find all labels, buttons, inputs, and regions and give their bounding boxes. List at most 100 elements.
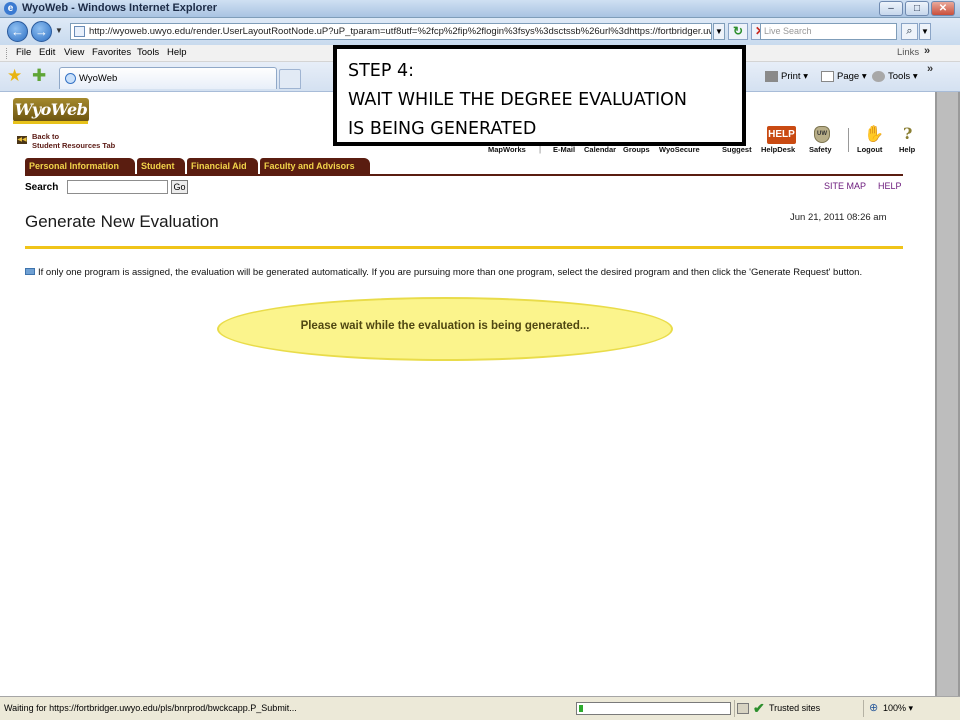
help-link[interactable]: HELP	[878, 181, 902, 191]
logout-icon[interactable]: ✋	[864, 126, 884, 143]
live-search-input[interactable]: Live Search	[760, 23, 897, 40]
toolbar-safety[interactable]: Safety	[809, 145, 832, 154]
page-icon	[821, 71, 834, 82]
print-dropdown-icon: ▾	[803, 71, 808, 83]
zoom-dropdown-icon: ▾	[908, 703, 914, 713]
toolbar-help[interactable]: Help	[899, 145, 915, 154]
safety-shield-icon[interactable]: UW	[814, 126, 830, 143]
links-toolbar[interactable]: Links	[897, 47, 919, 58]
refresh-button[interactable]: ↻	[728, 23, 748, 40]
back-button[interactable]: ←	[7, 21, 28, 42]
site-map-link[interactable]: SITE MAP	[824, 181, 866, 191]
tools-menu-button[interactable]: Tools ▾	[872, 71, 918, 82]
url-input[interactable]: http://wyoweb.uwyo.edu/render.UserLayout…	[70, 23, 712, 40]
callout-line-3: IS BEING GENERATED	[348, 119, 537, 139]
toolbar-grip	[6, 48, 9, 59]
tab-wyoweb[interactable]: WyoWeb	[59, 67, 277, 89]
add-favorites-icon[interactable]: ✚	[32, 67, 46, 85]
security-zone-label[interactable]: Trusted sites	[769, 703, 820, 713]
menu-file[interactable]: File	[16, 47, 31, 58]
toolbar-mapworks[interactable]: MapWorks	[488, 145, 526, 154]
callout-line-2: WAIT WHILE THE DEGREE EVALUATION	[348, 90, 688, 110]
menu-favorites[interactable]: Favorites	[92, 47, 131, 58]
page-menu-button[interactable]: Page ▾	[821, 71, 867, 82]
new-tab-button[interactable]	[279, 69, 301, 89]
favorites-star-icon[interactable]: ★	[7, 67, 22, 85]
toolbar-calendar[interactable]: Calendar	[584, 145, 616, 154]
toolbar-email[interactable]: E-Mail	[553, 145, 575, 154]
chevron-more-icon[interactable]: »	[927, 63, 933, 75]
wyoweb-logo[interactable]: WyoWeb	[13, 98, 89, 122]
page-icon	[74, 26, 85, 37]
menu-tools[interactable]: Tools	[137, 47, 159, 58]
status-separator	[734, 700, 735, 717]
maximize-button[interactable]: □	[905, 1, 929, 16]
logo-underline	[13, 121, 88, 124]
toolbar-helpdesk[interactable]: HelpDesk	[761, 145, 795, 154]
status-bar: Waiting for https://fortbridger.uwyo.edu…	[0, 696, 960, 720]
title-divider	[25, 246, 903, 249]
tab-page-icon	[65, 73, 76, 84]
callout-line-1: STEP 4:	[348, 61, 415, 81]
zoom-value: 100%	[883, 703, 907, 713]
back-to-student-resources-link[interactable]: Back to Student Resources Tab	[32, 132, 115, 150]
page-title: Generate New Evaluation	[25, 212, 219, 231]
address-bar: ← → ▼ http://wyoweb.uwyo.edu/render.User…	[0, 18, 960, 45]
page-label: Page	[837, 71, 860, 83]
info-text: If only one program is assigned, the eva…	[38, 267, 863, 278]
toolbar-groups[interactable]: Groups	[623, 145, 650, 154]
minimize-button[interactable]: –	[879, 1, 903, 16]
back-link-line-2: Student Resources Tab	[32, 141, 116, 150]
search-options-dropdown[interactable]: ▼	[919, 23, 931, 40]
nav-underline	[25, 174, 903, 176]
timestamp: Jun 21, 2011 08:26 am	[790, 212, 887, 223]
scrollbar-track[interactable]	[937, 92, 958, 696]
tab-student[interactable]: Student	[137, 158, 185, 174]
back-link-line-1: Back to	[32, 132, 60, 141]
info-icon	[25, 268, 35, 275]
progress-fill	[579, 705, 583, 712]
gear-icon	[872, 71, 885, 82]
tab-faculty-and-advisors[interactable]: Faculty and Advisors	[260, 158, 370, 174]
zoom-level[interactable]: 100% ▾	[883, 703, 913, 714]
help-question-icon[interactable]: ?	[903, 125, 912, 143]
wait-message: Please wait while the evaluation is bein…	[300, 320, 590, 332]
forward-button[interactable]: →	[31, 21, 52, 42]
url-text: http://wyoweb.uwyo.edu/render.UserLayout…	[89, 26, 711, 37]
print-button[interactable]: Print ▾	[765, 71, 808, 82]
printer-icon	[765, 71, 778, 82]
search-label: Search	[25, 182, 59, 193]
menu-view[interactable]: View	[64, 47, 84, 58]
search-go-button[interactable]: Go	[171, 180, 188, 194]
tab-personal-information[interactable]: Personal Information	[25, 158, 135, 174]
tab-financial-aid[interactable]: Financial Aid	[187, 158, 258, 174]
security-zone-icon[interactable]	[737, 703, 749, 714]
tools-label: Tools	[888, 71, 911, 83]
title-bar: e WyoWeb - Windows Internet Explorer – □…	[0, 0, 960, 18]
status-separator	[863, 700, 864, 717]
step-callout: STEP 4: WAIT WHILE THE DEGREE EVALUATION…	[333, 45, 746, 146]
trusted-check-icon: ✔	[753, 700, 765, 716]
menu-edit[interactable]: Edit	[39, 47, 55, 58]
toolbar-wyosecure[interactable]: WyoSecure	[659, 145, 700, 154]
status-text: Waiting for https://fortbridger.uwyo.edu…	[4, 703, 297, 713]
toolbar-suggest[interactable]: Suggest	[722, 145, 752, 154]
chevron-more-icon[interactable]: »	[924, 45, 930, 57]
back-arrow-icon[interactable]: ◀◀	[17, 136, 27, 144]
helpdesk-icon[interactable]: HELP	[767, 126, 796, 144]
page-dropdown-icon: ▾	[861, 71, 867, 83]
vertical-scrollbar[interactable]	[935, 92, 960, 696]
tab-label: WyoWeb	[79, 73, 118, 84]
menu-help[interactable]: Help	[167, 47, 187, 58]
window-title: WyoWeb - Windows Internet Explorer	[22, 2, 218, 14]
toolbar-divider	[848, 128, 849, 152]
search-icon[interactable]: ⌕	[901, 23, 918, 40]
zoom-icon[interactable]: ⊕	[869, 701, 878, 714]
site-search-input[interactable]	[67, 180, 168, 194]
recent-pages-dropdown[interactable]: ▼	[55, 26, 63, 35]
toolbar-logout[interactable]: Logout	[857, 145, 882, 154]
tools-dropdown-icon: ▾	[912, 71, 918, 83]
close-button[interactable]: ✕	[931, 1, 955, 16]
url-dropdown[interactable]: ▼	[713, 23, 725, 40]
ie-icon: e	[4, 2, 17, 15]
